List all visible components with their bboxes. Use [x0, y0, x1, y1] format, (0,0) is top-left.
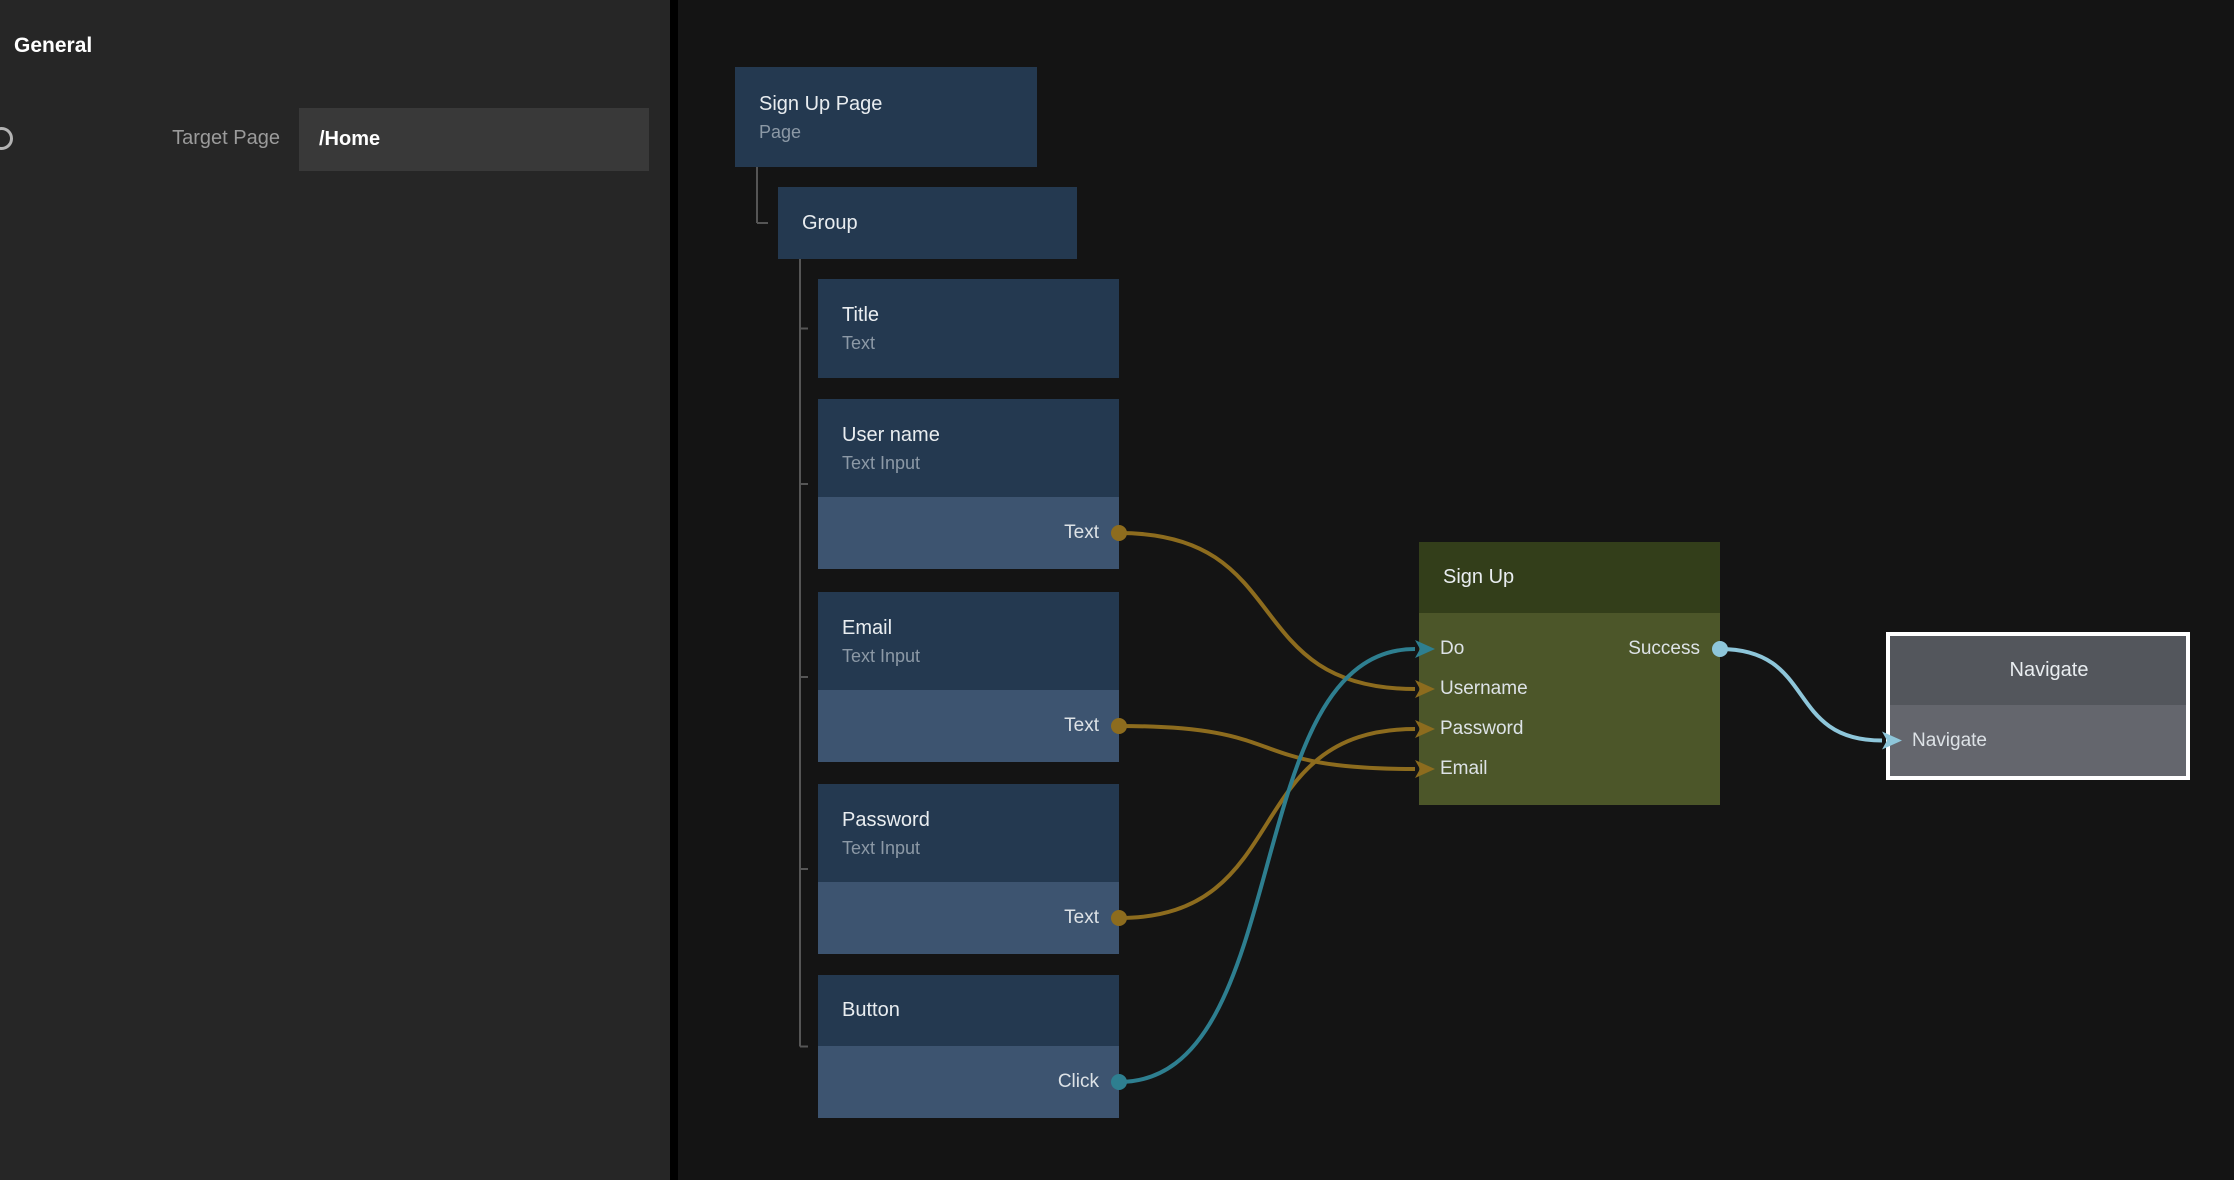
port-row: Email	[1440, 749, 1700, 789]
node-header: Button	[818, 975, 1119, 1046]
wire	[1119, 533, 1415, 689]
node-email-input[interactable]: Email Text Input Text	[818, 592, 1119, 762]
wire	[1119, 649, 1415, 1082]
port-password-input[interactable]: Password	[1440, 718, 1523, 740]
inspector-panel: General Target Page	[0, 0, 670, 1180]
port-email-input[interactable]: Email	[1440, 758, 1488, 780]
port-do-input[interactable]: Do	[1440, 638, 1464, 660]
port-row: Do Success	[1440, 629, 1700, 669]
port-text-output[interactable]: Text	[1064, 522, 1099, 544]
node-title: User name	[842, 421, 1119, 450]
node-title: Button	[842, 996, 1119, 1025]
target-page-label: Target Page	[60, 126, 280, 150]
port-username-input[interactable]: Username	[1440, 678, 1528, 700]
node-title: Sign Up Page	[759, 90, 1037, 119]
wire	[1119, 729, 1415, 918]
node-user-name-input[interactable]: User name Text Input Text	[818, 399, 1119, 569]
node-subtitle: Text Input	[842, 643, 1119, 669]
target-page-input[interactable]	[299, 108, 649, 171]
node-header: Group	[778, 187, 1077, 259]
node-subtitle: Text	[842, 330, 1119, 356]
circle-icon	[0, 127, 13, 150]
node-port-list: Do Success Username Password Email	[1419, 613, 1720, 805]
port-text-output[interactable]: Text	[1064, 907, 1099, 929]
node-group[interactable]: Group	[778, 187, 1077, 259]
node-button[interactable]: Button Click	[818, 975, 1119, 1118]
node-title: Group	[802, 209, 1077, 238]
port-text-output[interactable]: Text	[1064, 715, 1099, 737]
node-port-row: Navigate	[1890, 705, 2186, 776]
node-title: Password	[842, 806, 1119, 835]
node-port-row: Text	[818, 497, 1119, 569]
node-header: User name Text Input	[818, 399, 1119, 497]
node-header: Title Text	[818, 279, 1119, 378]
port-row: Username	[1440, 669, 1700, 709]
node-sign-up-page[interactable]: Sign Up Page Page	[735, 67, 1037, 167]
node-title: Navigate	[2010, 656, 2089, 685]
node-port-row: Text	[818, 690, 1119, 762]
node-sign-up-action[interactable]: Sign Up Do Success Username Password Ema…	[1419, 542, 1720, 805]
node-port-row: Text	[818, 882, 1119, 954]
port-success-output[interactable]: Success	[1628, 638, 1700, 660]
port-row: Password	[1440, 709, 1700, 749]
node-password-input[interactable]: Password Text Input Text	[818, 784, 1119, 954]
node-header: Navigate	[1890, 636, 2186, 705]
node-title: Sign Up	[1443, 563, 1720, 592]
wire	[1720, 649, 1882, 741]
node-subtitle: Page	[759, 119, 1037, 145]
node-header: Sign Up Page Page	[735, 67, 1037, 167]
section-title: General	[14, 34, 92, 58]
wire	[1119, 726, 1415, 769]
node-navigate-selected[interactable]: Navigate Navigate	[1886, 632, 2190, 780]
panel-divider	[670, 0, 678, 1180]
node-port-row: Click	[818, 1046, 1119, 1118]
node-header: Email Text Input	[818, 592, 1119, 690]
node-title: Email	[842, 614, 1119, 643]
port-navigate-input[interactable]: Navigate	[1912, 730, 1987, 752]
node-subtitle: Text Input	[842, 835, 1119, 861]
node-header: Sign Up	[1419, 542, 1720, 613]
node-title: Title	[842, 301, 1119, 330]
node-header: Password Text Input	[818, 784, 1119, 882]
port-click-output[interactable]: Click	[1058, 1071, 1099, 1093]
node-title-text[interactable]: Title Text	[818, 279, 1119, 378]
node-subtitle: Text Input	[842, 450, 1119, 476]
